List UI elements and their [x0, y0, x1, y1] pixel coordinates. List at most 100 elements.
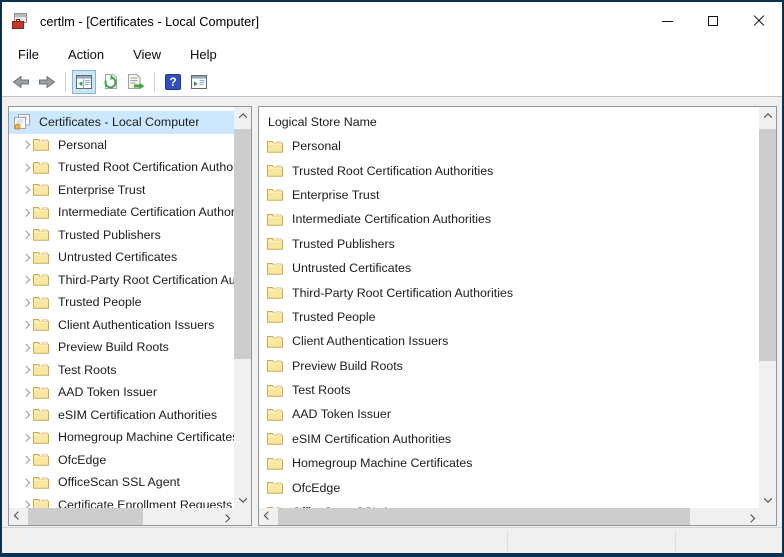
- tree-item[interactable]: Third-Party Root Certification Authoriti…: [9, 269, 234, 292]
- tree-item[interactable]: Homegroup Machine Certificates: [9, 426, 234, 449]
- maximize-button[interactable]: [690, 2, 736, 40]
- list-item[interactable]: Test Roots: [259, 378, 759, 402]
- back-button[interactable]: [9, 70, 33, 94]
- menu-action[interactable]: Action: [58, 43, 114, 66]
- folder-icon: [267, 286, 283, 299]
- list-horizontal-scrollbar[interactable]: [259, 508, 759, 525]
- list-item[interactable]: eSIM Certification Authorities: [259, 427, 759, 451]
- list-item[interactable]: Trusted Root Certification Authorities: [259, 158, 759, 182]
- chevron-right-icon[interactable]: [18, 435, 33, 441]
- export-list-icon: [127, 74, 145, 91]
- tree-item[interactable]: Trusted Root Certification Authorities: [9, 156, 234, 179]
- tree-hscroll-thumb[interactable]: [28, 508, 143, 525]
- close-button[interactable]: [736, 2, 782, 40]
- chevron-right-icon[interactable]: [18, 142, 33, 148]
- chevron-right-icon[interactable]: [18, 367, 33, 373]
- show-console-tree-button[interactable]: [72, 70, 96, 94]
- list-item[interactable]: Trusted Publishers: [259, 232, 759, 256]
- list-item[interactable]: Personal: [259, 134, 759, 158]
- folder-icon-slot: [33, 407, 51, 423]
- tree-item-label: OfcEdge: [58, 453, 106, 467]
- menu-file[interactable]: File: [8, 43, 49, 66]
- list-item[interactable]: AAD Token Issuer: [259, 402, 759, 426]
- chevron-right-icon[interactable]: [18, 322, 33, 328]
- tree-item[interactable]: Client Authentication Issuers: [9, 314, 234, 337]
- scroll-left-icon[interactable]: [259, 508, 276, 525]
- tree-horizontal-scrollbar[interactable]: [9, 508, 234, 525]
- list-item-label: Trusted Root Certification Authorities: [292, 164, 493, 178]
- minimize-button[interactable]: [644, 2, 690, 40]
- scroll-right-icon[interactable]: [742, 508, 759, 525]
- tree-item[interactable]: Untrusted Certificates: [9, 246, 234, 269]
- tree-vertical-scrollbar[interactable]: [234, 107, 251, 508]
- tree-item[interactable]: AAD Token Issuer: [9, 381, 234, 404]
- chevron-right-icon[interactable]: [18, 390, 33, 396]
- folder-icon: [33, 363, 49, 376]
- svg-text:?: ?: [169, 75, 176, 89]
- scroll-down-icon[interactable]: [234, 491, 251, 508]
- tree-item[interactable]: Certificate Enrollment Requests: [9, 494, 234, 509]
- scroll-up-icon[interactable]: [759, 107, 776, 124]
- tree-item[interactable]: OfficeScan SSL Agent: [9, 471, 234, 494]
- folder-icon-slot: [267, 431, 285, 447]
- chevron-right-icon[interactable]: [18, 345, 33, 351]
- tree-item[interactable]: Intermediate Certification Authorities: [9, 201, 234, 224]
- scroll-down-icon[interactable]: [759, 491, 776, 508]
- column-header-logical-store-name[interactable]: Logical Store Name: [259, 110, 759, 134]
- list-hscroll-thumb[interactable]: [278, 508, 690, 525]
- chevron-right-icon[interactable]: [18, 210, 33, 216]
- folder-icon: [267, 262, 283, 275]
- action-pane-icon: [191, 75, 207, 89]
- tree-item[interactable]: Trusted Publishers: [9, 224, 234, 247]
- chevron-right-icon[interactable]: [18, 232, 33, 238]
- title-bar[interactable]: certlm - [Certificates - Local Computer]: [2, 2, 782, 40]
- list-item[interactable]: Trusted People: [259, 305, 759, 329]
- chevron-right-icon[interactable]: [18, 502, 33, 508]
- list-item[interactable]: Homegroup Machine Certificates: [259, 451, 759, 475]
- list-item[interactable]: Intermediate Certification Authorities: [259, 207, 759, 231]
- refresh-button[interactable]: [98, 70, 122, 94]
- forward-button[interactable]: [35, 70, 59, 94]
- list-item[interactable]: Third-Party Root Certification Authoriti…: [259, 280, 759, 304]
- list-item[interactable]: Preview Build Roots: [259, 354, 759, 378]
- chevron-right-icon[interactable]: [18, 187, 33, 193]
- menu-help[interactable]: Help: [180, 43, 227, 66]
- menu-view[interactable]: View: [123, 43, 171, 66]
- list-item-label: Trusted People: [292, 310, 376, 324]
- list-item[interactable]: OfcEdge: [259, 475, 759, 499]
- scroll-left-icon[interactable]: [9, 508, 26, 525]
- tree-item-label: Trusted Publishers: [58, 228, 161, 242]
- tree-item[interactable]: Test Roots: [9, 359, 234, 382]
- list-item[interactable]: OfficeScan SSL Agent: [259, 500, 759, 508]
- help-button[interactable]: ?: [161, 70, 185, 94]
- chevron-right-glyph: [22, 501, 30, 508]
- tree-item[interactable]: OfcEdge: [9, 449, 234, 472]
- folder-icon: [33, 206, 49, 219]
- tree-item[interactable]: eSIM Certification Authorities: [9, 404, 234, 427]
- tree-item[interactable]: Enterprise Trust: [9, 179, 234, 202]
- chevron-right-icon[interactable]: [18, 412, 33, 418]
- list-item[interactable]: Client Authentication Issuers: [259, 329, 759, 353]
- list-vscroll-thumb[interactable]: [759, 129, 776, 361]
- tree-item[interactable]: Preview Build Roots: [9, 336, 234, 359]
- export-list-button[interactable]: [124, 70, 148, 94]
- tree-item[interactable]: Personal: [9, 134, 234, 157]
- chevron-right-icon[interactable]: [18, 300, 33, 306]
- chevron-right-icon[interactable]: [18, 277, 33, 283]
- list-item[interactable]: Enterprise Trust: [259, 183, 759, 207]
- show-action-pane-button[interactable]: [187, 70, 211, 94]
- tree-vscroll-thumb[interactable]: [234, 129, 251, 359]
- list-item-label: OfcEdge: [292, 481, 340, 495]
- chevron-right-icon[interactable]: [18, 255, 33, 261]
- scroll-right-icon[interactable]: [217, 508, 234, 525]
- chevron-right-icon[interactable]: [18, 480, 33, 486]
- chevron-right-icon[interactable]: [18, 165, 33, 171]
- tree-item[interactable]: Trusted People: [9, 291, 234, 314]
- list-item[interactable]: Untrusted Certificates: [259, 256, 759, 280]
- list-vertical-scrollbar[interactable]: [759, 107, 776, 508]
- list-item-label: Preview Build Roots: [292, 359, 403, 373]
- console-tree-pane: Certificates - Local Computer Personal T…: [8, 106, 252, 526]
- tree-root-certificates-local-computer[interactable]: Certificates - Local Computer: [9, 111, 234, 134]
- chevron-right-icon[interactable]: [18, 457, 33, 463]
- scroll-up-icon[interactable]: [234, 107, 251, 124]
